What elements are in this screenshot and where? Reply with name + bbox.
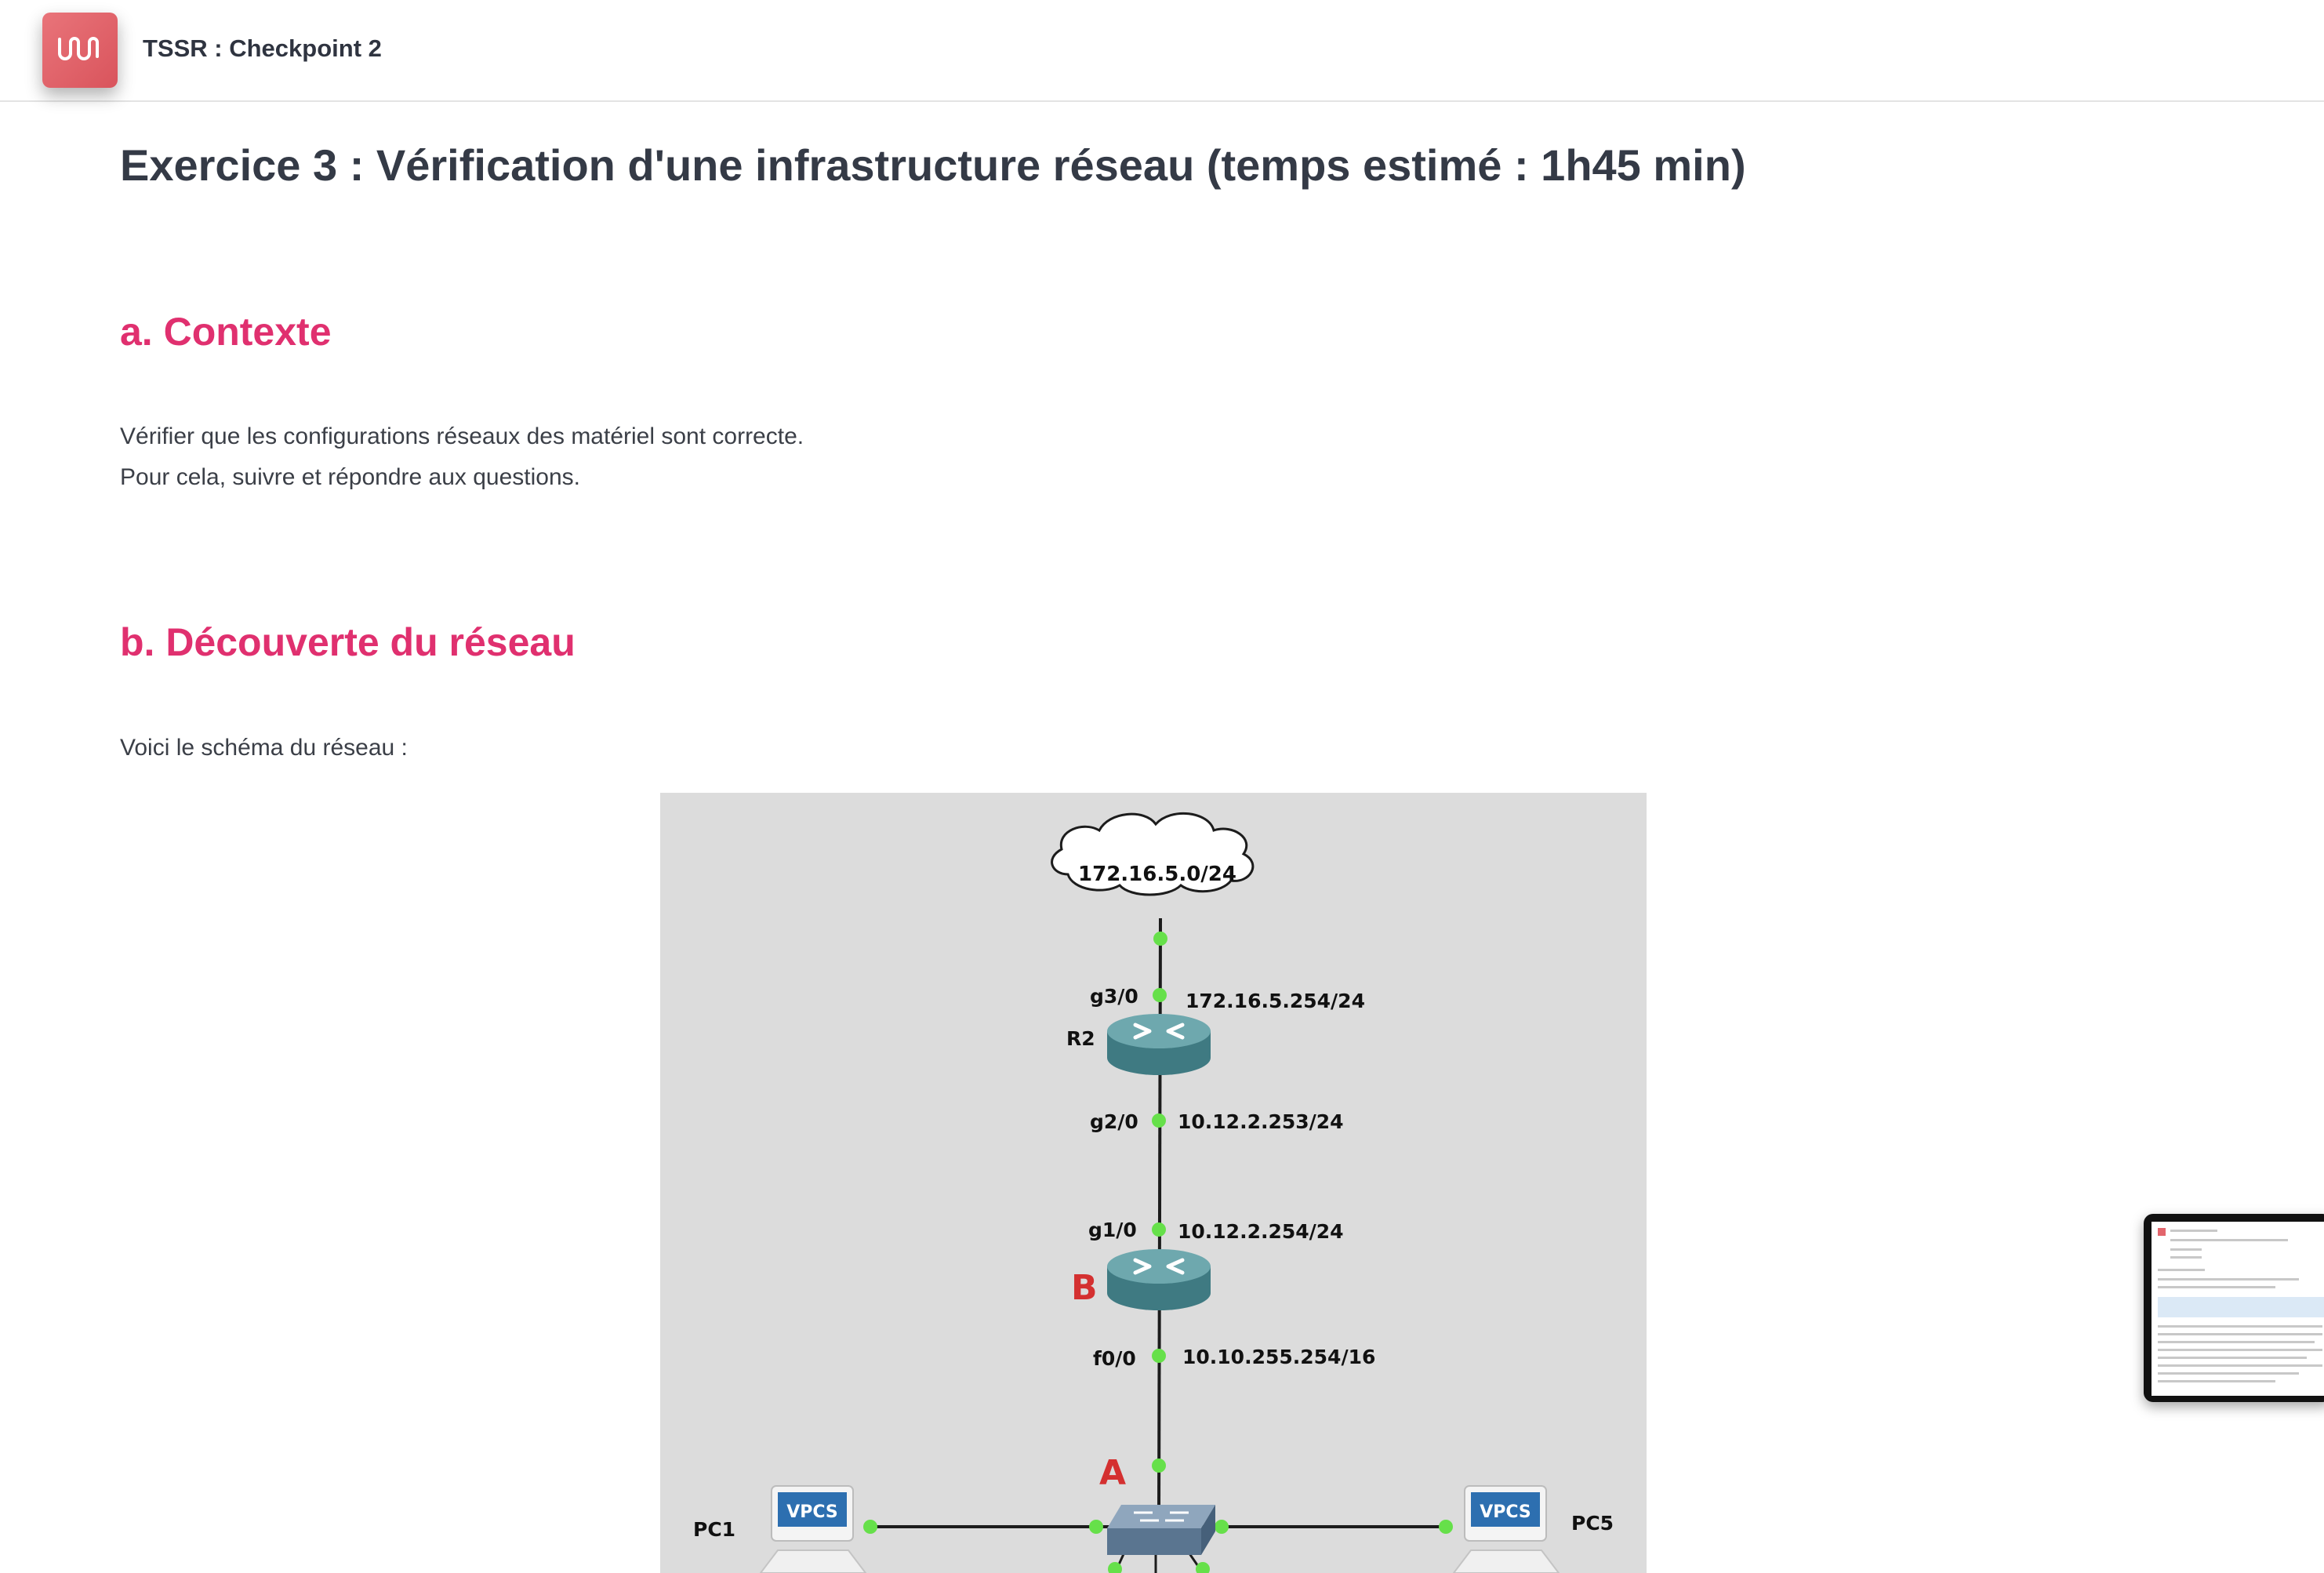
thumbnail-line [2158,1269,2205,1271]
thumbnail-line [2158,1286,2275,1288]
diagram-intro-paragraph: Voici le schéma du réseau : [120,735,408,761]
section-heading-contexte: a. Contexte [120,310,332,354]
thumbnail-line [2170,1239,2288,1241]
thumbnail-line [2158,1341,2315,1343]
section-heading-decouverte: b. Découverte du réseau [120,620,576,664]
thumbnail-info-box [2158,1297,2324,1317]
router-icon [1107,1014,1211,1075]
link-dot [1153,988,1167,1002]
app-title: TSSR : Checkpoint 2 [143,35,382,62]
b-ip-bottom: 10.10.255.254/16 [1182,1346,1375,1368]
context-paragraph-2: Pour cela, suivre et répondre aux questi… [120,464,581,490]
link-dot [1439,1520,1453,1534]
thumbnail-line [2158,1325,2322,1328]
thumbnail-line [2170,1256,2202,1259]
vertical-link [1157,917,1162,1511]
pc5-vpcs-badge: VPCS [1480,1502,1531,1522]
router-icon [1107,1249,1211,1310]
link-dot [1152,1222,1166,1237]
link-dot [1196,1562,1210,1573]
thumbnail-logo-icon [2158,1228,2166,1236]
r2-ip-bottom: 10.12.2.253/24 [1178,1110,1344,1133]
r2-iface-bottom: g2/0 [1090,1110,1138,1133]
link-dot [1153,932,1167,946]
link-dot [1089,1520,1103,1534]
pc1-vpcs-badge: VPCS [786,1502,838,1522]
thumbnail-line [2170,1248,2202,1251]
router-r2-label: R2 [1066,1027,1095,1050]
pc1-label: PC1 [693,1518,735,1541]
page-thumbnail-preview[interactable] [2144,1214,2324,1402]
link-dot [863,1520,877,1534]
top-bar: TSSR : Checkpoint 2 [0,0,2324,102]
b-iface-top: g1/0 [1088,1219,1137,1241]
thumbnail-line [2158,1380,2275,1382]
link-dot [1152,1459,1166,1473]
router-b-label: B [1071,1268,1098,1308]
cloud-label: 172.16.5.0/24 [1078,863,1236,886]
thumbnail-line [2158,1278,2299,1281]
wave-logo-icon [58,37,99,60]
link-dot [1152,1349,1166,1363]
network-diagram-svg: 172.16.5.0/24 R2 g3/0 172.16.5.254/24 g2… [693,812,1614,1573]
b-iface-bottom: f0/0 [1093,1347,1136,1370]
thumbnail-line [2158,1333,2322,1335]
page-title: Exercice 3 : Vérification d'une infrastr… [120,140,1746,190]
thumbnail-line [2170,1230,2217,1232]
link-dot [1215,1520,1229,1534]
context-paragraph-1: Vérifier que les configurations réseaux … [120,423,804,449]
r2-ip-top: 172.16.5.254/24 [1186,990,1365,1012]
thumbnail-line [2158,1357,2307,1359]
app-logo-icon[interactable] [42,13,118,88]
r2-iface-top: g3/0 [1090,985,1138,1008]
thumbnail-content [2152,1222,2324,1396]
network-diagram: 172.16.5.0/24 R2 g3/0 172.16.5.254/24 g2… [660,793,1647,1573]
thumbnail-line [2158,1349,2322,1351]
vpcs-computer-icon [759,1485,867,1573]
vpcs-computer-icon [1452,1485,1560,1573]
b-ip-top: 10.12.2.254/24 [1178,1220,1344,1243]
switch-a-label: A [1099,1453,1126,1493]
thumbnail-line [2158,1364,2322,1367]
thumbnail-line [2158,1372,2299,1375]
link-dot [1152,1113,1166,1128]
pc5-label: PC5 [1571,1512,1614,1535]
switch-icon [1107,1505,1215,1555]
